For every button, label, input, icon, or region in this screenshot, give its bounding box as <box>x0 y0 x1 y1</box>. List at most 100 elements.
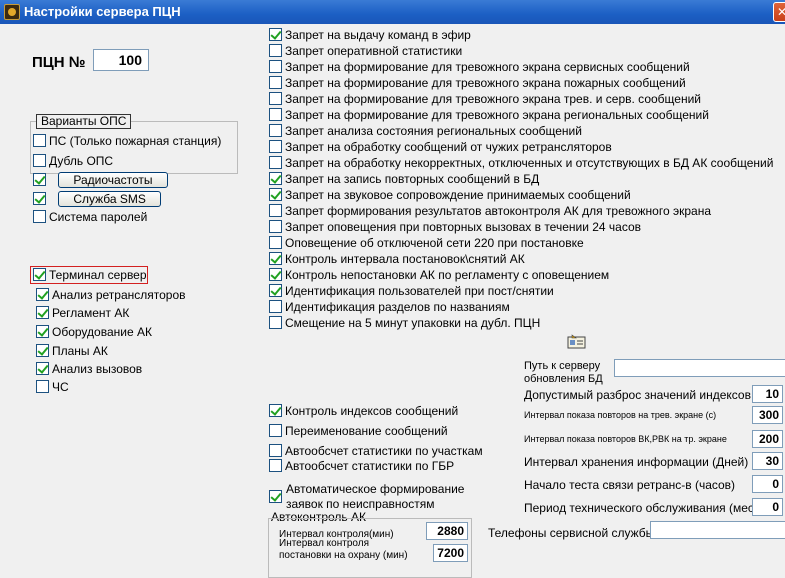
checkbox[interactable] <box>269 268 282 281</box>
checkbox[interactable] <box>269 424 282 437</box>
service-phones-input[interactable] <box>650 521 785 539</box>
checkbox[interactable] <box>269 60 282 73</box>
ops-duplicate[interactable]: Дубль ОПС <box>33 154 113 168</box>
restriction-option[interactable]: Запрет на формирование для тревожного эк… <box>269 108 709 122</box>
restriction-option[interactable]: Запрет на формирование для тревожного эк… <box>269 76 686 90</box>
update-path-label-1: Путь к серверу <box>524 360 601 372</box>
checkbox[interactable] <box>269 172 282 185</box>
checkbox[interactable] <box>269 284 282 297</box>
parameter-input[interactable]: 30 <box>752 452 783 470</box>
checkbox[interactable] <box>33 268 46 281</box>
gbr-stats-auto[interactable]: Автообсчет статистики по ГБР <box>269 459 454 473</box>
checkbox[interactable] <box>269 236 282 249</box>
checkbox[interactable] <box>33 210 46 223</box>
restriction-option-label: Запрет на запись повторных сообщений в Б… <box>285 172 540 186</box>
checkbox[interactable] <box>33 134 46 147</box>
checkbox[interactable] <box>269 92 282 105</box>
restriction-option[interactable]: Запрет на обработку некорректных, отключ… <box>269 156 773 170</box>
restriction-option[interactable]: Запрет формирования результатов автоконт… <box>269 204 711 218</box>
password-system[interactable]: Система паролей <box>33 210 147 224</box>
ops-fire-station-only[interactable]: ПС (Только пожарная станция) <box>33 134 221 148</box>
checkbox[interactable] <box>269 490 282 503</box>
parameter-input[interactable]: 10 <box>752 385 783 403</box>
restriction-option[interactable]: Контроль интервала постановок\снятий АК <box>269 252 525 266</box>
settings-panel: ПЦН № 100 Варианты ОПС ПС (Только пожарн… <box>0 24 785 578</box>
ak-equipment[interactable]: Оборудование АК <box>36 325 152 339</box>
parameter-input[interactable]: 0 <box>752 498 783 516</box>
id-card-icon[interactable] <box>567 334 587 350</box>
checkbox[interactable] <box>36 344 49 357</box>
checkbox[interactable] <box>36 380 49 393</box>
restriction-option[interactable]: Запрет оперативной статистики <box>269 44 462 58</box>
checkbox[interactable] <box>269 316 282 329</box>
restriction-option[interactable]: Запрет на выдачу команд в эфир <box>269 28 471 42</box>
restriction-option-label: Запрет на звуковое сопровождение принима… <box>285 188 631 202</box>
checkbox[interactable] <box>269 188 282 201</box>
checkbox[interactable] <box>269 44 282 57</box>
ops-variants-legend: Варианты ОПС <box>36 114 132 129</box>
fire-station-icon <box>4 4 20 20</box>
retranslator-analysis-label: Анализ ретрансляторов <box>52 288 186 302</box>
restriction-option[interactable]: Запрет на звуковое сопровождение принима… <box>269 188 631 202</box>
restriction-option[interactable]: Смещение на 5 минут упаковки на дубл. ПЦ… <box>269 316 540 330</box>
ak-plans[interactable]: Планы АК <box>36 344 108 358</box>
radio-frequencies-checkbox[interactable] <box>33 173 46 186</box>
checkbox[interactable] <box>36 325 49 338</box>
checkbox[interactable] <box>269 459 282 472</box>
checkbox[interactable] <box>36 362 49 375</box>
restriction-option[interactable]: Запрет на формирование для тревожного эк… <box>269 92 701 106</box>
area-stats-auto[interactable]: Автообсчет статистики по участкам <box>269 444 483 458</box>
restriction-option[interactable]: Запрет анализа состояния региональных со… <box>269 124 582 138</box>
terminal-server[interactable]: Терминал сервер <box>33 268 147 282</box>
radio-frequencies-button[interactable]: Радиочастоты <box>58 172 168 188</box>
retranslator-analysis[interactable]: Анализ ретрансляторов <box>36 288 186 302</box>
checkbox[interactable] <box>269 220 282 233</box>
sms-service-button[interactable]: Служба SMS <box>58 191 161 207</box>
emergency-situations[interactable]: ЧС <box>36 380 69 394</box>
title-bar[interactable]: Настройки сервера ПЦН ✕ <box>0 0 785 24</box>
pcn-number-input[interactable]: 100 <box>93 49 149 71</box>
sms-service-checkbox[interactable] <box>33 192 46 205</box>
restriction-option[interactable]: Контроль непостановки АК по регламенту с… <box>269 268 609 282</box>
restriction-option[interactable]: Идентификация разделов по названиям <box>269 300 510 314</box>
restriction-option-label: Запрет оповещения при повторных вызовах … <box>285 220 642 234</box>
checkbox[interactable] <box>36 306 49 319</box>
parameter-input[interactable]: 300 <box>752 406 783 424</box>
checkbox[interactable] <box>269 156 282 169</box>
message-rename[interactable]: Переименование сообщений <box>269 424 448 438</box>
checkbox[interactable] <box>269 124 282 137</box>
message-index-control-label: Контроль индексов сообщений <box>285 404 459 418</box>
checkbox[interactable] <box>269 252 282 265</box>
parameter-input[interactable]: 0 <box>752 475 783 493</box>
parameter-input[interactable]: 200 <box>752 430 783 448</box>
checkbox[interactable] <box>269 28 282 41</box>
close-button[interactable]: ✕ <box>773 2 785 22</box>
checkbox[interactable] <box>33 154 46 167</box>
control-interval-input[interactable]: 2880 <box>426 522 468 540</box>
restriction-option[interactable]: Запрет на формирование для тревожного эк… <box>269 60 690 74</box>
restriction-option-label: Оповещение об отключеной сети 220 при по… <box>285 236 584 250</box>
restriction-option[interactable]: Запрет на запись повторных сообщений в Б… <box>269 172 539 186</box>
restriction-option[interactable]: Идентификация пользователей при пост/сня… <box>269 284 554 298</box>
checkbox[interactable] <box>269 204 282 217</box>
ak-regulation[interactable]: Регламент АК <box>36 306 129 320</box>
restriction-option-label: Запрет формирования результатов автоконт… <box>285 204 711 218</box>
message-index-control[interactable]: Контроль индексов сообщений <box>269 404 458 418</box>
restriction-option[interactable]: Оповещение об отключеной сети 220 при по… <box>269 236 584 250</box>
parameter-label: Начало теста связи ретранс-в (часов) <box>524 478 736 492</box>
checkbox[interactable] <box>36 288 49 301</box>
update-path-input[interactable] <box>614 359 785 377</box>
restriction-option-label: Идентификация разделов по названиям <box>285 300 510 314</box>
ak-regulation-label: Регламент АК <box>52 306 130 320</box>
checkbox[interactable] <box>269 140 282 153</box>
restriction-option[interactable]: Запрет на обработку сообщений от чужих р… <box>269 140 612 154</box>
restriction-option-label: Запрет на формирование для тревожного эк… <box>285 92 701 106</box>
checkbox[interactable] <box>269 76 282 89</box>
checkbox[interactable] <box>269 108 282 121</box>
checkbox[interactable] <box>269 444 282 457</box>
checkbox[interactable] <box>269 404 282 417</box>
call-analysis[interactable]: Анализ вызовов <box>36 362 142 376</box>
restriction-option[interactable]: Запрет оповещения при повторных вызовах … <box>269 220 641 234</box>
checkbox[interactable] <box>269 300 282 313</box>
restriction-option-label: Запрет на обработку некорректных, отключ… <box>285 156 774 170</box>
